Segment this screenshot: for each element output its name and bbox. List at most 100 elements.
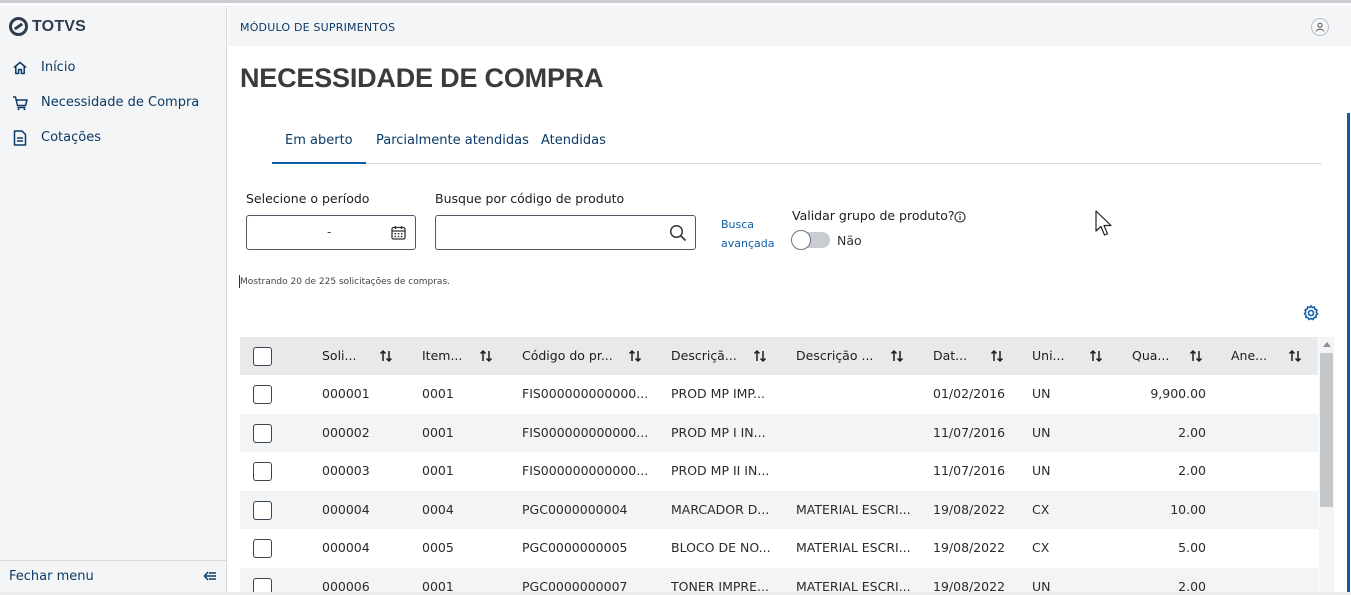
cell-codigo-produto: FIS000000000000...	[522, 386, 649, 401]
column-header-unidade[interactable]: Uni...	[1032, 348, 1064, 363]
page-scroll-indicator	[1347, 113, 1350, 595]
column-header-descricao-grupo[interactable]: Descrição ...	[796, 348, 873, 363]
sidebar: TOTVS Início Necessidade de Compra Cotaç…	[0, 6, 227, 592]
table-row[interactable]: 000003 0001 FIS000000000000... PROD MP I…	[240, 452, 1318, 491]
user-icon	[1316, 22, 1324, 32]
table-row[interactable]: 000004 0005 PGC0000000005 BLOCO DE NO...…	[240, 529, 1318, 568]
tab-parcialmente-atendidas[interactable]: Parcialmente atendidas	[376, 133, 529, 148]
cell-solicitacao: 000004	[322, 501, 370, 517]
validate-group-switch[interactable]	[791, 230, 830, 250]
table-row[interactable]: 000006 0001 PGC0000000007 TONER IMPRE...…	[240, 567, 1318, 595]
cell-unidade: CX	[1032, 501, 1050, 517]
cell-data: 19/08/2022	[933, 501, 1006, 517]
cell-codigo-produto: PGC0000000004	[522, 501, 628, 517]
calendar-icon[interactable]	[391, 225, 406, 244]
product-search-input[interactable]	[444, 223, 664, 243]
advanced-search-line1: Busca	[721, 218, 755, 231]
row-checkbox[interactable]	[253, 423, 272, 443]
cell-solicitacao: 000002	[322, 424, 370, 440]
cell-descricao: PROD MP I IN...	[671, 424, 766, 440]
info-icon[interactable]	[954, 208, 966, 227]
cell-quantidade: 9,900.00	[1150, 386, 1206, 401]
column-header-solicitacao[interactable]: Soli...	[322, 348, 356, 363]
cell-quantidade: 10.00	[1170, 501, 1206, 517]
sidebar-item-cotacoes[interactable]: Cotações	[0, 120, 226, 155]
cell-unidade: UN	[1032, 463, 1051, 478]
scroll-up-icon[interactable]	[1323, 342, 1331, 347]
cell-codigo-produto: FIS000000000000...	[522, 424, 649, 440]
scroll-thumb[interactable]	[1320, 353, 1333, 507]
mouse-cursor-icon	[1095, 210, 1115, 242]
page-title: NECESSIDADE DE COMPRA	[240, 63, 604, 93]
advanced-search-link[interactable]: Busca avançada	[721, 215, 777, 253]
column-header-anexo[interactable]: Ane...	[1231, 348, 1267, 363]
cell-data: 19/08/2022	[933, 540, 1006, 555]
close-menu-button[interactable]: Fechar menu	[0, 560, 226, 592]
cell-unidade: CX	[1032, 540, 1050, 555]
home-icon	[11, 59, 29, 77]
row-checkbox[interactable]	[253, 462, 272, 481]
table-row[interactable]: 000001 0001 FIS000000000000... PROD MP I…	[240, 375, 1318, 414]
status-tabs: Em aberto Parcialmente atendidas Atendid…	[272, 121, 1322, 164]
sort-icon[interactable]	[890, 348, 904, 367]
sort-icon[interactable]	[990, 348, 1004, 367]
validate-group-value: Não	[837, 233, 862, 248]
table-header: Soli... Item... Código do pr... Descriçã…	[240, 337, 1318, 375]
collapse-menu-icon	[203, 567, 217, 586]
sidebar-item-label: Cotações	[41, 130, 101, 145]
select-all-checkbox[interactable]	[253, 347, 272, 366]
period-date-range-input[interactable]: -	[246, 215, 416, 250]
cell-descricao: PROD MP II IN...	[671, 463, 770, 478]
cell-item: 0001	[422, 386, 454, 401]
sidebar-nav: Início Necessidade de Compra Cotações	[0, 50, 226, 155]
cell-quantidade: 2.00	[1178, 424, 1206, 440]
search-icon[interactable]	[669, 224, 687, 246]
tab-em-aberto[interactable]: Em aberto	[272, 133, 366, 164]
app-window: TOTVS Início Necessidade de Compra Cotaç…	[0, 0, 1351, 595]
user-avatar[interactable]	[1311, 18, 1329, 36]
column-header-data[interactable]: Dat...	[933, 348, 967, 363]
row-checkbox[interactable]	[253, 385, 272, 404]
table-row[interactable]: 000002 0001 FIS000000000000... PROD MP I…	[240, 413, 1318, 452]
module-title: MÓDULO DE SUPRIMENTOS	[240, 21, 396, 34]
cell-solicitacao: 000003	[322, 463, 370, 478]
column-header-item[interactable]: Item...	[422, 348, 462, 363]
cell-item: 0005	[422, 540, 454, 555]
column-header-descricao[interactable]: Descriçã...	[671, 348, 737, 363]
sort-icon[interactable]	[479, 348, 493, 367]
cell-unidade: UN	[1032, 386, 1051, 401]
period-label: Selecione o período	[246, 191, 370, 206]
cell-item: 0001	[422, 463, 454, 478]
sidebar-item-inicio[interactable]: Início	[0, 50, 226, 85]
column-header-codigo-produto[interactable]: Código do pr...	[522, 348, 613, 363]
table-scrollbar[interactable]	[1319, 337, 1334, 595]
tab-atendidas[interactable]: Atendidas	[541, 133, 606, 148]
cell-descricao: MARCADOR D...	[671, 501, 770, 517]
brand-logo: TOTVS	[9, 17, 86, 36]
date-range-separator: -	[327, 225, 332, 239]
sort-icon[interactable]	[1288, 348, 1302, 367]
cell-codigo-produto: PGC0000000005	[522, 540, 628, 555]
column-header-quantidade[interactable]: Qua...	[1132, 348, 1169, 363]
cell-quantidade: 5.00	[1178, 540, 1206, 555]
sort-icon[interactable]	[1189, 348, 1203, 367]
cell-descricao: BLOCO DE NO...	[671, 540, 771, 555]
purchase-requests-table: Soli... Item... Código do pr... Descriçã…	[240, 337, 1334, 595]
gear-icon[interactable]	[1302, 304, 1320, 326]
brand-name: TOTVS	[32, 17, 87, 35]
sort-icon[interactable]	[1089, 348, 1103, 367]
switch-knob	[791, 230, 811, 250]
close-menu-label: Fechar menu	[9, 569, 94, 584]
product-search-field[interactable]	[435, 215, 696, 250]
sidebar-item-label: Necessidade de Compra	[41, 95, 200, 110]
sort-icon[interactable]	[379, 348, 393, 367]
cell-data: 11/07/2016	[933, 424, 1006, 440]
table-row[interactable]: 000004 0004 PGC0000000004 MARCADOR D... …	[240, 490, 1318, 529]
sidebar-item-necessidade-de-compra[interactable]: Necessidade de Compra	[0, 85, 226, 120]
row-checkbox[interactable]	[253, 539, 272, 558]
sort-icon[interactable]	[753, 348, 767, 367]
row-checkbox[interactable]	[253, 500, 272, 520]
sort-icon[interactable]	[628, 348, 642, 367]
cell-codigo-produto: FIS000000000000...	[522, 463, 649, 478]
sidebar-item-label: Início	[41, 60, 76, 75]
